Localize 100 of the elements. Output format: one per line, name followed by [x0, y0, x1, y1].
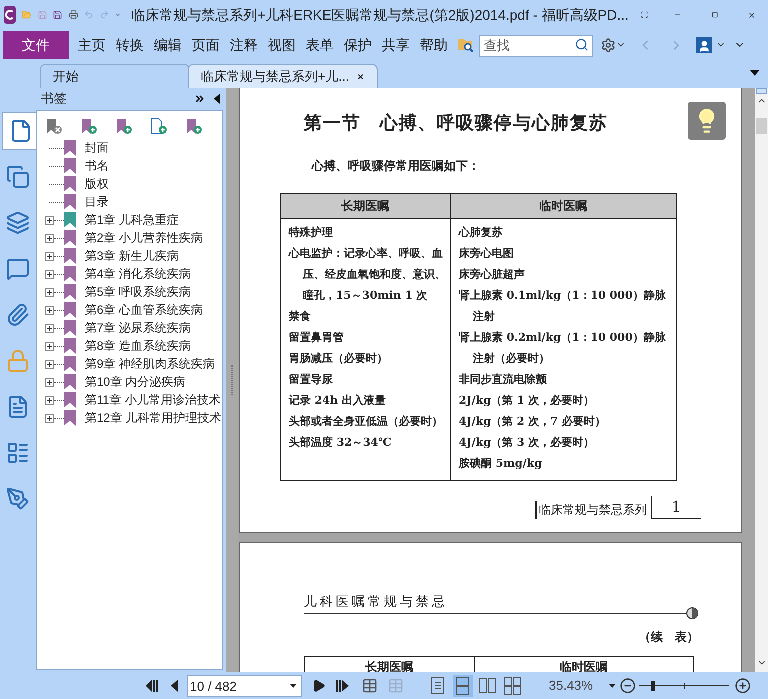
bookmark-arrow-icon[interactable] [115, 118, 133, 136]
table-cell-text: 2J/kg（第 1 次，必要时） [459, 393, 596, 409]
table-header: 临时医嘱 [538, 198, 588, 215]
view-mode-button[interactable] [503, 674, 523, 696]
add-bookmark-icon[interactable] [80, 118, 98, 136]
expand-icon[interactable] [45, 288, 54, 296]
bookmark-down-icon[interactable] [185, 118, 203, 136]
menu-item[interactable]: 注释 [225, 34, 263, 56]
collapse-panel-icon[interactable] [214, 94, 220, 104]
page-number: 1 [651, 496, 701, 519]
menu-item[interactable]: 共享 [377, 34, 415, 56]
table-cell-text: 头部温度 32～34℃ [289, 435, 393, 451]
bookmark-item[interactable]: 第2章 小儿营养性疾病 [85, 229, 204, 247]
footer-text: 临床常规与禁忌系列 [535, 501, 647, 519]
user-icon[interactable] [696, 37, 712, 53]
menu-item[interactable]: 页面 [187, 34, 225, 56]
next-page-icon[interactable] [312, 678, 326, 692]
menu-item[interactable]: 表单 [301, 34, 339, 56]
pages-icon [6, 165, 30, 189]
expand-icon[interactable] [45, 414, 54, 422]
expand-icon[interactable] [45, 396, 54, 404]
add-page-icon[interactable] [150, 118, 168, 136]
expand-icon[interactable] [45, 324, 54, 332]
settings-icon[interactable] [601, 38, 616, 52]
bookmark-item[interactable]: 目录 [85, 193, 109, 211]
search-icon[interactable] [575, 38, 589, 52]
last-page-icon[interactable] [336, 678, 350, 692]
bookmark-item[interactable]: 第9章 神经肌肉系统疾病 [85, 355, 216, 373]
document-tab[interactable]: 开始 [40, 64, 190, 88]
zoom-in-icon[interactable] [735, 678, 752, 694]
folder-search-icon[interactable] [457, 37, 475, 53]
expand-icon[interactable] [45, 360, 54, 368]
bookmark-item[interactable]: 第3章 新生儿疾病 [85, 247, 180, 265]
table-cell-text: 肾上腺素 0.1ml/kg（1：10 000）静脉注射 [459, 288, 667, 325]
dropdown-caret-icon[interactable] [290, 684, 297, 688]
zoom-slider-thumb[interactable] [650, 680, 655, 690]
table-cell-text: 肾上腺素 0.2ml/kg（1：10 000）静脉注射（必要时） [459, 330, 667, 367]
paperclip-icon [6, 303, 30, 327]
vertical-scrollbar[interactable] [755, 88, 768, 672]
zoom-out-icon[interactable] [620, 678, 636, 694]
panel-tab[interactable] [2, 112, 38, 150]
expand-icon[interactable] [45, 234, 54, 242]
scrollbar-thumb[interactable] [756, 118, 767, 134]
bookmark-item[interactable]: 版权 [85, 175, 109, 193]
file-menu-button[interactable]: 文件 [3, 31, 69, 59]
expand-icon[interactable] [45, 342, 54, 350]
bookmark-item[interactable]: 第7章 泌尿系统疾病 [85, 319, 192, 337]
expand-icon[interactable] [45, 306, 54, 314]
previous-view-icon[interactable] [362, 678, 378, 694]
tab-menu-icon[interactable] [750, 70, 760, 76]
menu-item[interactable]: 保护 [339, 34, 377, 56]
pen-icon [6, 487, 30, 511]
menu-item[interactable]: 编辑 [149, 34, 187, 56]
table-cell-text: 禁食 [289, 309, 312, 325]
table-cell-text: 心电监护：记录心率、呼吸、血压、经皮血氧饱和度、意识、瞳孔，15～30min 1 次 [289, 246, 447, 304]
menu-item[interactable]: 转换 [111, 34, 149, 56]
table-cell-text: 4J/kg（第 2 次，7 必要时） [459, 414, 607, 430]
form-icon [6, 441, 30, 465]
search-field[interactable]: 查找 [479, 34, 593, 56]
menu-item[interactable]: 帮助 [415, 34, 453, 56]
menu-item[interactable]: 视图 [263, 34, 301, 56]
window-title: 临床常规与禁忌系列+儿科ERKE医嘱常规与禁忌(第2版)2014.pdf - 福昕高级PD... [131, 6, 629, 25]
expand-icon[interactable] [45, 270, 54, 278]
zoom-dropdown-icon[interactable] [609, 684, 616, 688]
continued-label: （续 表） [639, 628, 699, 646]
lock-icon [6, 349, 30, 373]
table-cell-text: 胺碘酮 5mg/kg [459, 456, 544, 472]
expand-icon[interactable] [45, 252, 54, 260]
first-page-icon[interactable] [146, 678, 160, 692]
view-mode-button[interactable] [453, 674, 473, 696]
zoom-level: 35.43% [549, 676, 594, 695]
bookmark-item[interactable]: 第8章 造血系统疾病 [85, 337, 192, 355]
table-cell-text: 胃肠减压（必要时） [289, 351, 389, 367]
table-cell-text: 特殊护理 [289, 225, 334, 241]
bookmark-item[interactable]: 第10章 内分泌疾病 [85, 373, 186, 391]
lightbulb-button[interactable] [688, 102, 726, 140]
page-heading: 第一节 心搏、呼吸骤停与心肺复苏 [304, 112, 608, 136]
bookmark-item[interactable]: 第5章 呼吸系统疾病 [85, 283, 192, 301]
expand-icon[interactable] [45, 216, 54, 224]
bookmark-item[interactable]: 书名 [85, 157, 109, 175]
circle-icon [686, 606, 699, 620]
table-cell-text: 4J/kg（第 3 次，必要时） [459, 435, 596, 451]
expand-icon[interactable] [45, 378, 54, 386]
document-icon [6, 395, 30, 419]
document-tab[interactable]: 临床常规与禁忌系列+儿... [188, 64, 378, 88]
bookmark-item[interactable]: 第12章 儿科常用护理技术 [85, 409, 222, 427]
scroll-marker [756, 88, 767, 94]
bookmark-item[interactable]: 第1章 儿科急重症 [85, 211, 180, 229]
table-cell-text: 留置鼻胃管 [289, 330, 345, 346]
bookmark-item[interactable]: 封面 [85, 139, 109, 157]
bookmark-item[interactable]: 第11章 小儿常用诊治技术 [85, 391, 221, 409]
previous-page-icon[interactable] [170, 678, 178, 692]
panel-title: 书签 [41, 90, 67, 108]
delete-bookmark-icon[interactable] [45, 118, 63, 136]
page-number-field[interactable]: 10 / 482 [187, 675, 302, 697]
expand-panel-icon[interactable] [194, 93, 206, 105]
bookmark-item[interactable]: 第4章 消化系统疾病 [85, 265, 192, 283]
table-cell-text: 头部或者全身亚低温（必要时） [289, 414, 444, 430]
menu-item[interactable]: 主页 [73, 34, 111, 56]
bookmark-item[interactable]: 第6章 心血管系统疾病 [85, 301, 204, 319]
